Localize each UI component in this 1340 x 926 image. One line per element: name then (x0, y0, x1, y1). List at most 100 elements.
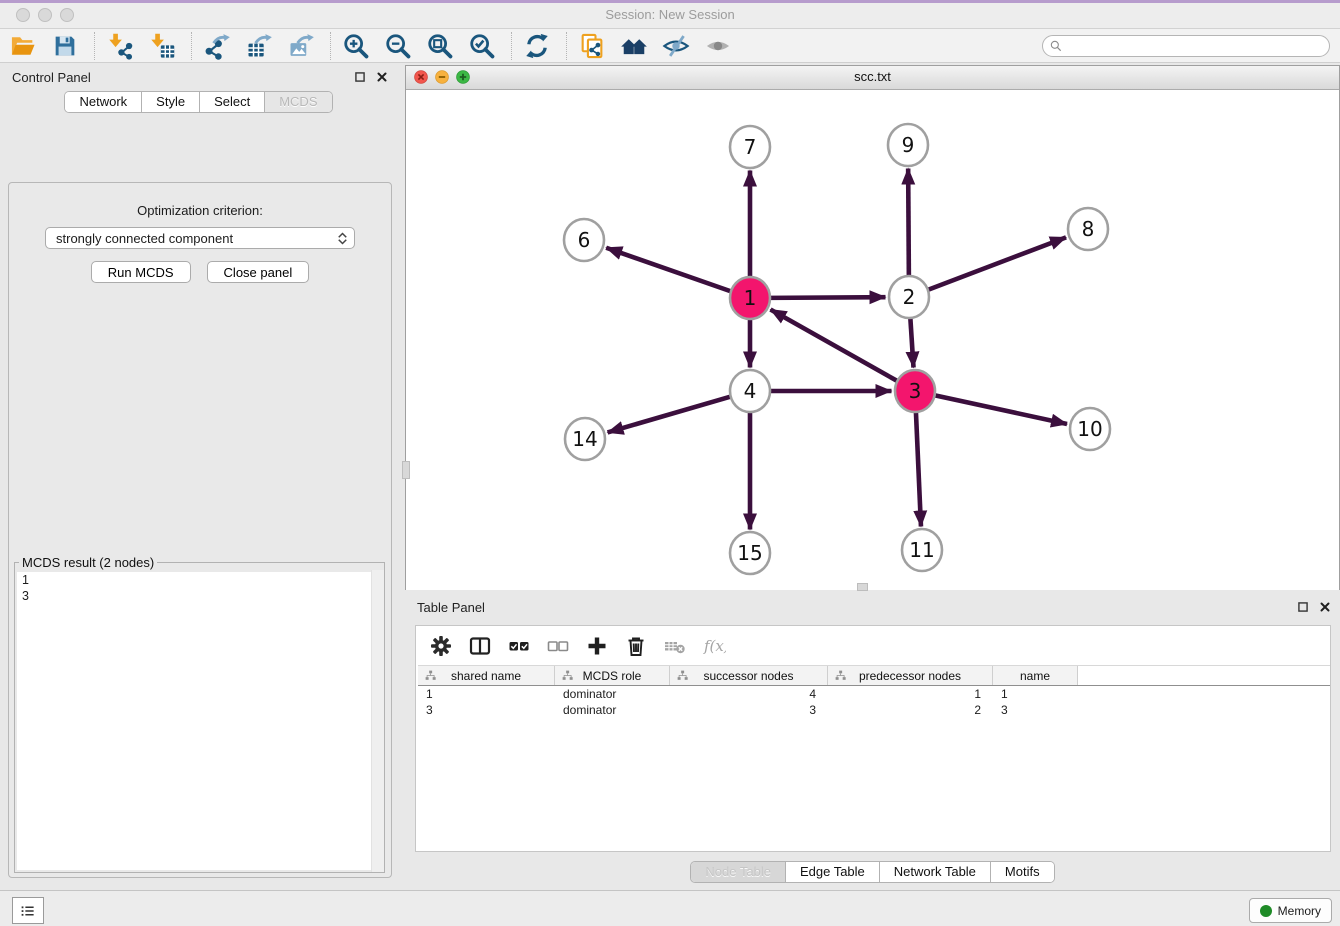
column-label: shared name (451, 669, 521, 683)
function-builder-icon: f(x) (702, 634, 726, 658)
graph-edge-2-3[interactable] (910, 317, 913, 367)
graph-node-2[interactable]: 2 (889, 276, 929, 318)
tab-style[interactable]: Style (141, 92, 199, 112)
save-session-button[interactable] (50, 31, 80, 61)
graph-edge-1-6[interactable] (606, 248, 730, 291)
node-label: 2 (903, 285, 916, 309)
graph-edge-2-8[interactable] (928, 237, 1066, 289)
add-entry-button[interactable] (584, 633, 610, 659)
export-table-button[interactable] (244, 31, 274, 61)
graph-node-9[interactable]: 9 (888, 124, 928, 166)
mcds-result-text[interactable]: 13 (17, 572, 382, 870)
import-network-button[interactable] (105, 31, 135, 61)
deselect-all-button[interactable] (545, 633, 571, 659)
task-history-button[interactable] (12, 897, 44, 924)
graph-node-3[interactable]: 3 (895, 370, 935, 412)
network-canvas[interactable]: 7 9 6 8 1 2 4 3 14 10 15 11 (406, 90, 1339, 590)
control-panel: Control Panel NetworkStyleSelectMCDS Opt… (0, 65, 397, 880)
node-label: 9 (902, 133, 915, 157)
close-table-panel-icon[interactable] (1318, 600, 1332, 614)
table-header-row: shared name MCDS role successor nodes prede… (418, 665, 1330, 686)
zoom-in-button[interactable] (341, 31, 371, 61)
tab-mcds[interactable]: MCDS (264, 92, 331, 112)
table-row[interactable]: 3dominator323 (418, 702, 1330, 718)
column-header-name[interactable]: name (993, 666, 1078, 685)
export-network-icon (203, 32, 231, 60)
settings-gear-icon (429, 634, 453, 658)
close-panel-button[interactable]: Close panel (207, 261, 310, 283)
memory-button[interactable]: Memory (1249, 898, 1332, 923)
run-mcds-button[interactable]: Run MCDS (91, 261, 191, 283)
graph-node-6[interactable]: 6 (564, 219, 604, 261)
application-window: Session: New Session Control Panel Netwo… (0, 0, 1340, 926)
column-header-predecessor-nodes[interactable]: predecessor nodes (828, 666, 993, 685)
graph-node-10[interactable]: 10 (1070, 408, 1110, 450)
open-network-button[interactable] (8, 31, 38, 61)
graph-node-1[interactable]: 1 (730, 277, 770, 319)
graph-edge-3-10[interactable] (935, 395, 1067, 424)
close-panel-icon[interactable] (375, 70, 389, 84)
column-header-MCDS-role[interactable]: MCDS role (555, 666, 670, 685)
float-panel-icon[interactable] (353, 70, 367, 84)
graph-edge-3-1[interactable] (770, 310, 897, 381)
vertical-splitter-handle[interactable] (402, 461, 410, 479)
table-cell: dominator (555, 702, 670, 718)
select-all-button[interactable] (506, 633, 532, 659)
tab-network[interactable]: Network (65, 92, 141, 112)
split-panel-button[interactable] (467, 633, 493, 659)
graph-edge-3-11[interactable] (916, 411, 921, 526)
settings-gear-button[interactable] (428, 633, 454, 659)
import-table-button[interactable] (147, 31, 177, 61)
table-rows: 1dominator4113dominator323 (416, 686, 1330, 718)
table-row[interactable]: 1dominator411 (418, 686, 1330, 702)
save-session-icon (51, 32, 79, 60)
graph-node-4[interactable]: 4 (730, 370, 770, 412)
graph-node-8[interactable]: 8 (1068, 208, 1108, 250)
toolbar-separator (511, 32, 512, 60)
duplicate-network-button[interactable] (577, 31, 607, 61)
tab-edge-table[interactable]: Edge Table (785, 862, 879, 882)
tab-network-table[interactable]: Network Table (879, 862, 990, 882)
refresh-view-button[interactable] (522, 31, 552, 61)
tab-node-table[interactable]: Node Table (691, 862, 785, 882)
import-table-icon (148, 32, 176, 60)
zoom-selected-button[interactable] (467, 31, 497, 61)
toolbar-separator (330, 32, 331, 60)
optimization-criterion-select[interactable]: strongly connected component (45, 227, 355, 249)
graph-node-11[interactable]: 11 (902, 529, 942, 571)
svg-text:f(x): f(x) (703, 637, 726, 655)
hide-details-button[interactable] (661, 31, 691, 61)
selected-option: strongly connected component (56, 231, 233, 246)
graph-node-15[interactable]: 15 (730, 532, 770, 574)
table-cell: 3 (670, 702, 828, 718)
column-label: successor nodes (703, 669, 793, 683)
table-cell: dominator (555, 686, 670, 702)
select-all-icon (507, 634, 531, 658)
float-table-panel-icon[interactable] (1296, 600, 1310, 614)
delete-entry-button[interactable] (623, 633, 649, 659)
home-button[interactable] (619, 31, 649, 61)
column-header-shared-name[interactable]: shared name (418, 666, 555, 685)
window-title: Session: New Session (0, 7, 1340, 22)
graph-edge-2-9[interactable] (908, 168, 909, 276)
graph-edge-4-14[interactable] (608, 397, 731, 433)
graph-node-14[interactable]: 14 (565, 418, 605, 460)
tab-motifs[interactable]: Motifs (990, 862, 1054, 882)
horizontal-splitter-handle[interactable] (857, 583, 868, 591)
table-cell: 1 (828, 686, 993, 702)
global-search-input[interactable] (1042, 35, 1330, 57)
export-table-icon (245, 32, 273, 60)
export-image-button[interactable] (286, 31, 316, 61)
export-network-button[interactable] (202, 31, 232, 61)
zoom-fit-button[interactable] (425, 31, 455, 61)
graph-edge-1-2[interactable] (770, 297, 885, 298)
column-header-successor-nodes[interactable]: successor nodes (670, 666, 828, 685)
zoom-out-button[interactable] (383, 31, 413, 61)
delete-entry-icon (624, 634, 648, 658)
graph-node-7[interactable]: 7 (730, 126, 770, 168)
network-title: scc.txt (406, 69, 1339, 84)
optimization-criterion-label: Optimization criterion: (9, 203, 391, 218)
node-label: 14 (572, 427, 597, 451)
tab-select[interactable]: Select (199, 92, 264, 112)
mcds-result-scrollbar[interactable] (371, 570, 384, 872)
